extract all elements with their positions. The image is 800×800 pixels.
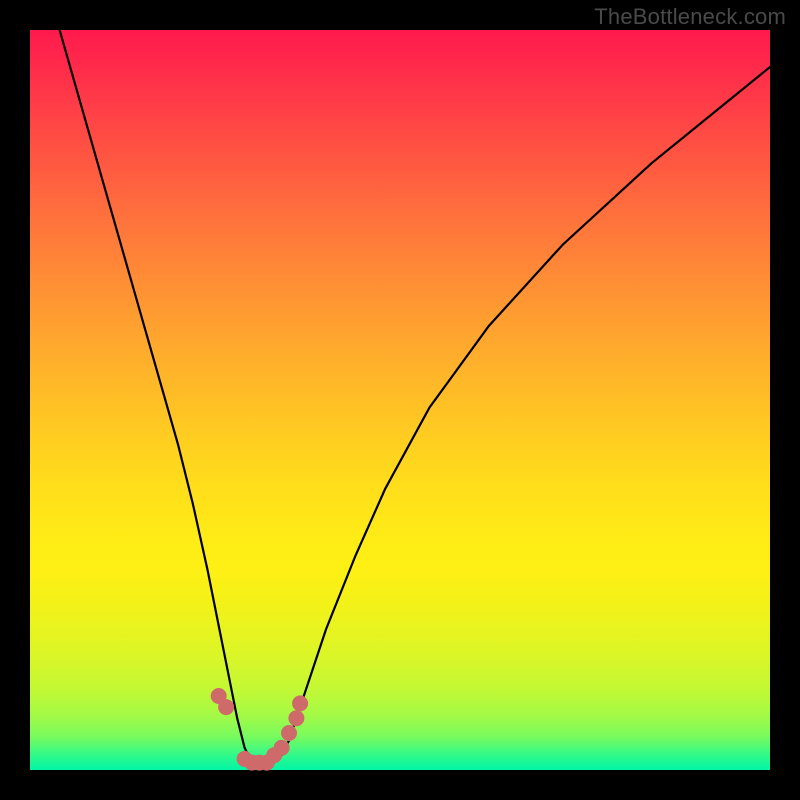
marker-dot	[288, 710, 304, 726]
plot-area	[30, 30, 770, 770]
marker-dot	[281, 725, 297, 741]
marker-dot	[274, 740, 290, 756]
bottleneck-curve	[60, 30, 770, 770]
curve-path	[60, 30, 770, 770]
curve-svg	[30, 30, 770, 770]
marker-dot	[292, 695, 308, 711]
chart-frame: TheBottleneck.com	[0, 0, 800, 800]
highlight-markers	[211, 688, 308, 771]
marker-dot	[218, 699, 234, 715]
watermark-text: TheBottleneck.com	[594, 4, 786, 30]
